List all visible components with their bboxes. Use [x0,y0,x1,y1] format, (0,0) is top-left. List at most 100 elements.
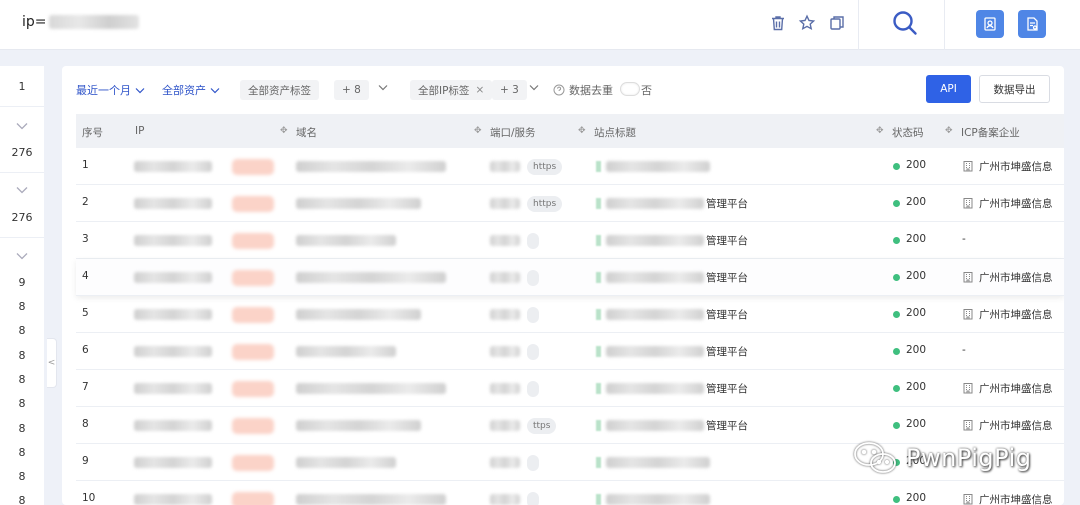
left-count: 8 [18,397,26,410]
table-row[interactable]: 10 200 广州市坤盛信息 [76,481,1064,505]
watermark-text: PwnPigPig [906,444,1032,472]
chevron-down-icon[interactable] [16,252,28,260]
asset-tag-more-chip[interactable]: + 8 [334,80,369,100]
api-button[interactable]: API [926,75,971,103]
table-row[interactable]: 8 ttps 管理平台 200 广州市坤盛信息 [76,407,1064,444]
left-count: 8 [18,470,26,483]
service-chip[interactable] [527,233,539,249]
status-dot [893,200,900,207]
left-divider [0,106,44,107]
chevron-down-icon[interactable] [378,84,388,91]
ip-tag-more-chip[interactable]: + 3 [492,80,527,100]
chevron-down-icon[interactable] [529,84,539,91]
icp-company[interactable]: 广州市坤盛信息 [979,270,1053,285]
document-icon [1027,17,1038,31]
redacted-domain[interactable] [296,161,446,172]
chevron-down-icon[interactable] [16,122,28,130]
redacted-domain[interactable] [296,420,421,431]
ip-tag-chip[interactable]: 全部IP标签 × [410,80,493,100]
status-code: 200 [906,492,927,504]
building-icon [963,383,973,394]
icp-company[interactable]: 广州市坤盛信息 [979,159,1053,174]
search-icon[interactable] [890,8,920,38]
id-card-icon [984,17,996,31]
filter-bar: 最近一个月 全部资产 全部资产标签 + 8 全部IP标签 × + 3 数据去重 … [62,66,1064,114]
site-title-suffix: 管理平台 [706,346,748,358]
asset-tag-chip[interactable]: 全部资产标签 [240,80,319,100]
redacted-domain[interactable] [296,346,396,357]
redacted-title [606,161,710,172]
service-label: https [533,199,557,209]
table-row[interactable]: 4 管理平台 200 广州市坤盛信息 [76,259,1064,296]
star-icon[interactable] [798,14,816,32]
redacted-domain[interactable] [296,272,446,283]
service-chip[interactable]: https [527,196,563,212]
table-row[interactable]: 5 管理平台 200 广州市坤盛信息 [76,296,1064,333]
redacted-ip [134,383,212,394]
asset-scope-dropdown[interactable]: 全部资产 [162,82,220,98]
drag-handle-icon[interactable]: ✥ [280,126,288,136]
dedupe-toggle[interactable] [620,82,640,96]
left-count: 276 [11,211,33,224]
copy-icon[interactable] [828,14,846,32]
left-count: 276 [11,146,33,159]
service-chip[interactable] [527,381,539,397]
service-chip[interactable]: ttps [527,418,557,434]
row-index: 3 [82,233,89,245]
collapse-sidebar-button[interactable]: < [47,338,57,388]
redacted-domain[interactable] [296,309,421,320]
service-chip[interactable] [527,307,539,323]
redacted-title [606,235,704,246]
redacted-domain[interactable] [296,383,446,394]
drag-handle-icon[interactable]: ✥ [578,126,586,136]
search-query[interactable]: ip= [22,14,139,30]
redacted-domain[interactable] [296,457,396,468]
chevron-down-icon[interactable] [16,186,28,194]
redacted-ip-tag [232,455,274,471]
favicon-icon [596,198,601,209]
redacted-ip [134,198,212,209]
icp-company: - [962,233,966,245]
redacted-domain[interactable] [296,494,446,505]
table-header: 序号 IP ✥ 域名 ✥ 端口/服务 ✥ 站点标题 ✥ 状态码 ✥ ICP备案企… [76,114,1064,148]
col-ip: IP [135,125,145,137]
site-title-suffix: 管理平台 [706,420,748,432]
drag-handle-icon[interactable]: ✥ [945,126,953,136]
table-row[interactable]: 3 管理平台 200 - [76,222,1064,259]
wechat-logo-icon [854,442,896,473]
table-row[interactable]: 6 管理平台 200 - [76,333,1064,370]
time-range-label: 最近一个月 [76,84,131,97]
time-range-dropdown[interactable]: 最近一个月 [76,82,145,98]
export-button[interactable]: 数据导出 [979,75,1050,103]
service-chip[interactable] [527,344,539,360]
left-summary-column: 1 276 276 9 8 8 8 8 8 8 8 8 8 [0,66,44,505]
table-row[interactable]: 7 管理平台 200 广州市坤盛信息 [76,370,1064,407]
ip-tag-close-icon[interactable]: × [475,84,484,96]
redacted-domain[interactable] [296,235,396,246]
drag-handle-icon[interactable]: ✥ [474,126,482,136]
service-chip[interactable]: https [527,159,563,175]
icp-company[interactable]: 广州市坤盛信息 [979,492,1053,505]
icp-company[interactable]: 广州市坤盛信息 [979,418,1053,433]
icp-company[interactable]: 广州市坤盛信息 [979,307,1053,322]
service-chip[interactable] [527,455,539,471]
trash-icon[interactable] [769,14,787,32]
icp-company[interactable]: 广州市坤盛信息 [979,196,1053,211]
left-count: 8 [18,446,26,459]
service-chip[interactable] [527,492,539,505]
report-button[interactable] [1018,10,1046,38]
toolbar-divider [858,0,859,50]
chevron-down-icon [135,87,145,93]
table-row[interactable]: 1 https 200 广州市坤盛信息 [76,148,1064,185]
profile-card-button[interactable] [976,10,1004,38]
col-domain: 域名 [296,127,317,139]
drag-handle-icon[interactable]: ✥ [876,126,884,136]
redacted-port [490,346,520,357]
favicon-icon [596,309,601,320]
status-code: 200 [906,233,927,245]
redacted-port [490,420,520,431]
redacted-domain[interactable] [296,198,421,209]
table-row[interactable]: 2 https 管理平台 200 广州市坤盛信息 [76,185,1064,222]
icp-company[interactable]: 广州市坤盛信息 [979,381,1053,396]
service-chip[interactable] [527,270,539,286]
